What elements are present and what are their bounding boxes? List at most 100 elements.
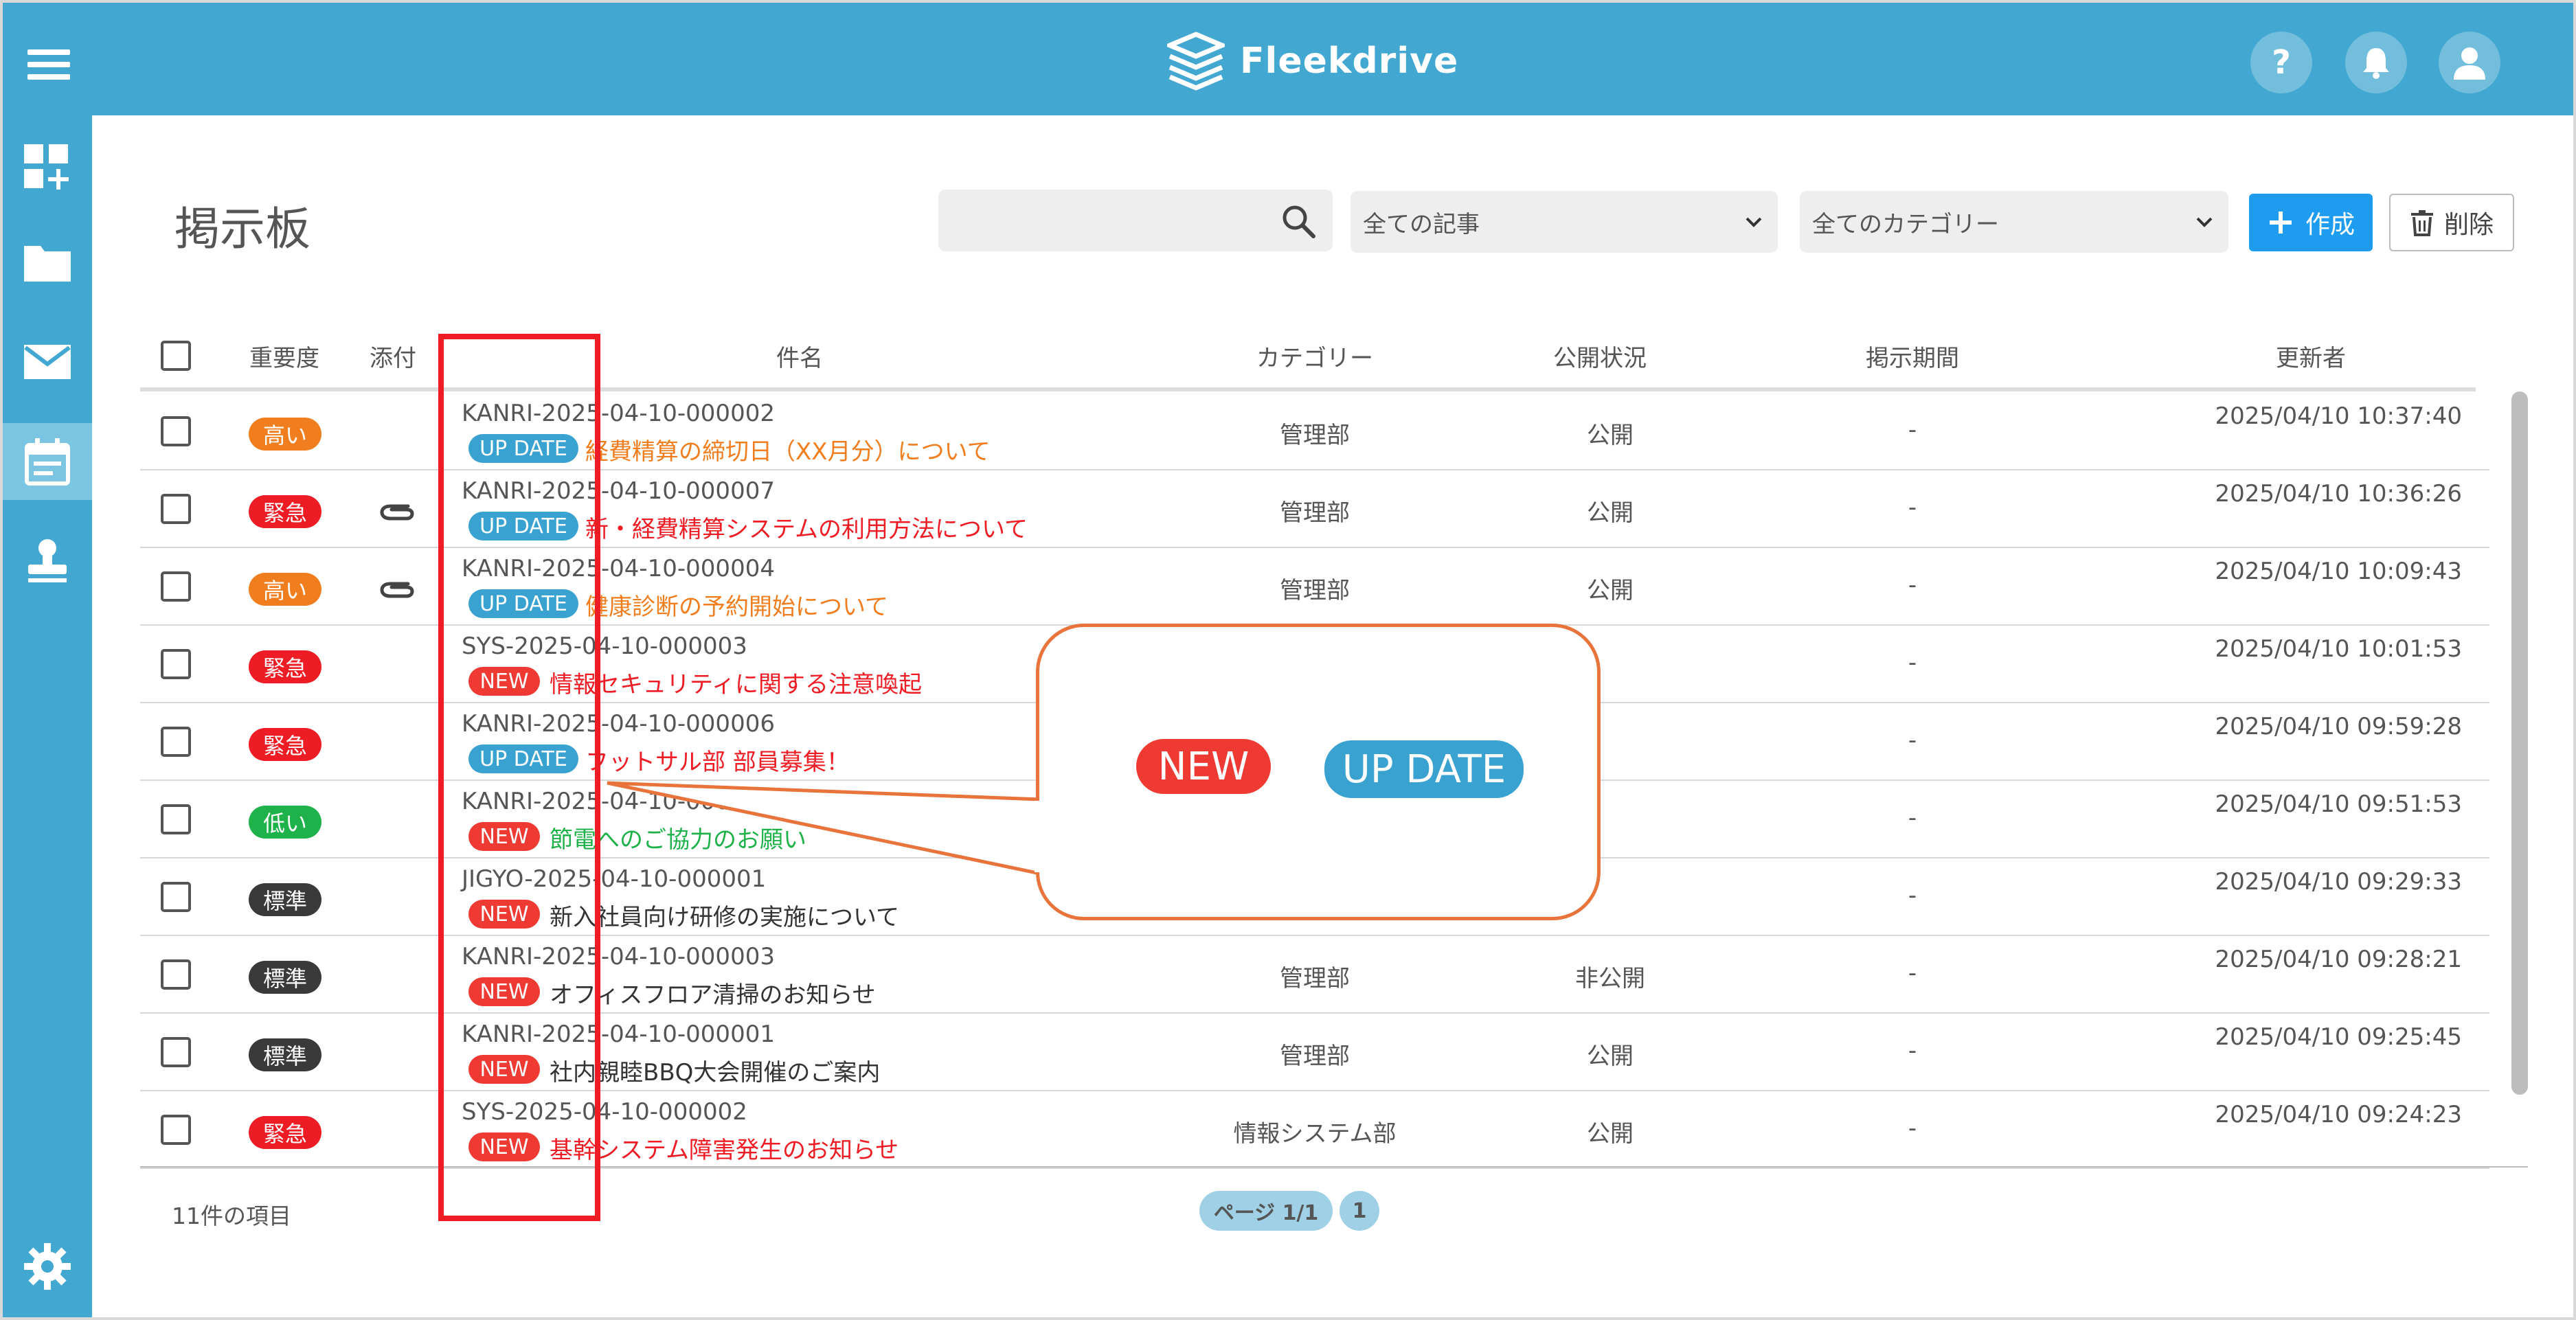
- page-indicator: ページ 1/1: [1199, 1191, 1333, 1231]
- callout-update-tag: UP DATE: [1324, 740, 1524, 798]
- gear-icon: [24, 1243, 71, 1290]
- status-cell: 非公開: [1575, 965, 1645, 992]
- sidebar-item-settings[interactable]: [3, 1228, 92, 1305]
- row-checkbox[interactable]: [161, 494, 191, 524]
- period-cell: -: [1908, 416, 1917, 444]
- row-checkbox[interactable]: [161, 1115, 191, 1145]
- category-filter-select[interactable]: 全てのカテゴリー: [1800, 191, 2228, 253]
- create-button[interactable]: 作成: [2249, 194, 2373, 251]
- period-cell: -: [1908, 882, 1917, 909]
- period-cell: -: [1908, 494, 1917, 521]
- period-cell: -: [1908, 571, 1917, 599]
- row-checkbox[interactable]: [161, 416, 191, 446]
- highlight-box: [438, 334, 600, 1221]
- callout-new-tag: NEW: [1136, 739, 1271, 794]
- period-cell: -: [1908, 1037, 1917, 1065]
- priority-badge: 緊急: [249, 728, 321, 761]
- category-cell: 管理部: [1280, 499, 1350, 527]
- sidebar-item-dashboard[interactable]: [3, 129, 92, 206]
- article-subject-link[interactable]: 新・経費精算システムの利用方法について: [585, 510, 1028, 544]
- help-icon: ?: [2272, 43, 2291, 82]
- header-status[interactable]: 公開状況: [1514, 339, 1686, 373]
- category-cell: 管理部: [1280, 965, 1350, 992]
- article-subject-link[interactable]: 経費精算の締切日（XX月分）について: [585, 433, 991, 466]
- paperclip-icon[interactable]: [378, 498, 416, 525]
- category-filter-value: 全てのカテゴリー: [1812, 210, 1999, 238]
- period-cell: -: [1908, 727, 1917, 754]
- header-category[interactable]: カテゴリー: [1212, 339, 1418, 373]
- page-title: 掲示板: [174, 203, 310, 255]
- row-checkbox[interactable]: [161, 649, 191, 679]
- status-cell: 公開: [1587, 1120, 1634, 1148]
- top-bar: Fleekdrive ?: [3, 3, 2573, 115]
- article-subject-link[interactable]: 新入社員向け研修の実施について: [550, 898, 899, 932]
- calendar-icon: [25, 438, 70, 486]
- header-period[interactable]: 掲示期間: [1837, 339, 1988, 373]
- category-cell: 管理部: [1280, 422, 1350, 449]
- row-checkbox[interactable]: [161, 571, 191, 602]
- row-checkbox[interactable]: [161, 727, 191, 757]
- sidebar-item-approval[interactable]: [3, 523, 92, 600]
- updated-cell: 2025/04/10 09:51:53: [2215, 790, 2462, 818]
- user-menu-button[interactable]: [2439, 32, 2500, 93]
- header-attachment[interactable]: 添付: [359, 339, 427, 373]
- delete-button-label: 削除: [2443, 211, 2494, 239]
- folder-icon: [24, 246, 71, 282]
- article-subject-link[interactable]: フットサル部 部員募集！: [585, 743, 850, 777]
- status-cell: 公開: [1587, 499, 1634, 527]
- header-importance[interactable]: 重要度: [243, 339, 326, 373]
- period-cell: -: [1908, 1115, 1917, 1142]
- status-cell: 公開: [1587, 422, 1634, 449]
- item-count: 11件の項目: [172, 1203, 291, 1229]
- sidebar: [3, 115, 92, 1317]
- app-logo[interactable]: Fleekdrive: [1167, 30, 1458, 92]
- hamburger-icon[interactable]: [27, 49, 70, 80]
- status-cell: 公開: [1587, 1043, 1634, 1070]
- updated-cell: 2025/04/10 09:28:21: [2215, 946, 2462, 973]
- priority-badge: 高い: [249, 418, 321, 451]
- chevron-down-icon: [1745, 217, 1762, 227]
- article-subject-link[interactable]: 健康診断の予約開始について: [585, 588, 888, 622]
- stamp-icon: [28, 539, 67, 582]
- updated-cell: 2025/04/10 09:24:23: [2215, 1101, 2462, 1128]
- row-checkbox[interactable]: [161, 804, 191, 834]
- mail-icon: [24, 345, 71, 379]
- row-checkbox[interactable]: [161, 959, 191, 990]
- notification-button[interactable]: [2345, 32, 2407, 93]
- article-filter-select[interactable]: 全ての記事: [1351, 191, 1778, 253]
- article-subject-link[interactable]: 情報セキュリティに関する注意喚起: [550, 665, 922, 699]
- help-button[interactable]: ?: [2250, 32, 2312, 93]
- category-cell: 管理部: [1280, 577, 1350, 604]
- page-button-1[interactable]: 1: [1340, 1191, 1379, 1231]
- row-checkbox[interactable]: [161, 882, 191, 912]
- app-name: Fleekdrive: [1240, 41, 1459, 82]
- header-updated-by[interactable]: 更新者: [2242, 339, 2380, 373]
- period-cell: -: [1908, 649, 1917, 676]
- paperclip-icon[interactable]: [378, 576, 416, 603]
- header-subject[interactable]: 件名: [731, 339, 868, 373]
- user-icon: [2454, 47, 2485, 80]
- trash-icon: [2410, 210, 2433, 236]
- create-button-label: 作成: [2305, 211, 2355, 239]
- select-all-checkbox[interactable]: [161, 341, 191, 371]
- priority-badge: 緊急: [249, 650, 321, 683]
- delete-button[interactable]: 削除: [2389, 194, 2514, 251]
- article-subject-link[interactable]: 基幹システム障害発生のお知らせ: [550, 1131, 899, 1165]
- sidebar-item-mail[interactable]: [3, 323, 92, 400]
- row-checkbox[interactable]: [161, 1037, 191, 1067]
- priority-badge: 緊急: [249, 1116, 321, 1149]
- updated-cell: 2025/04/10 10:37:40: [2215, 402, 2462, 430]
- updated-cell: 2025/04/10 10:09:43: [2215, 558, 2462, 585]
- chevron-down-icon: [2196, 217, 2213, 227]
- app-window: Fleekdrive ? 掲示板 全ての記事 全てのカテゴリー 作成 削除 重要…: [3, 3, 2573, 1317]
- search-icon[interactable]: [1280, 203, 1316, 239]
- search-input[interactable]: [938, 190, 1268, 251]
- search-box: [938, 190, 1333, 251]
- updated-cell: 2025/04/10 10:36:26: [2215, 480, 2462, 508]
- priority-badge: 標準: [249, 1038, 321, 1071]
- priority-badge: 緊急: [249, 495, 321, 528]
- sidebar-item-files[interactable]: [3, 224, 92, 301]
- scrollbar-thumb[interactable]: [2511, 391, 2528, 1095]
- sidebar-item-bulletin-board[interactable]: [3, 423, 92, 500]
- article-filter-value: 全ての記事: [1363, 210, 1480, 238]
